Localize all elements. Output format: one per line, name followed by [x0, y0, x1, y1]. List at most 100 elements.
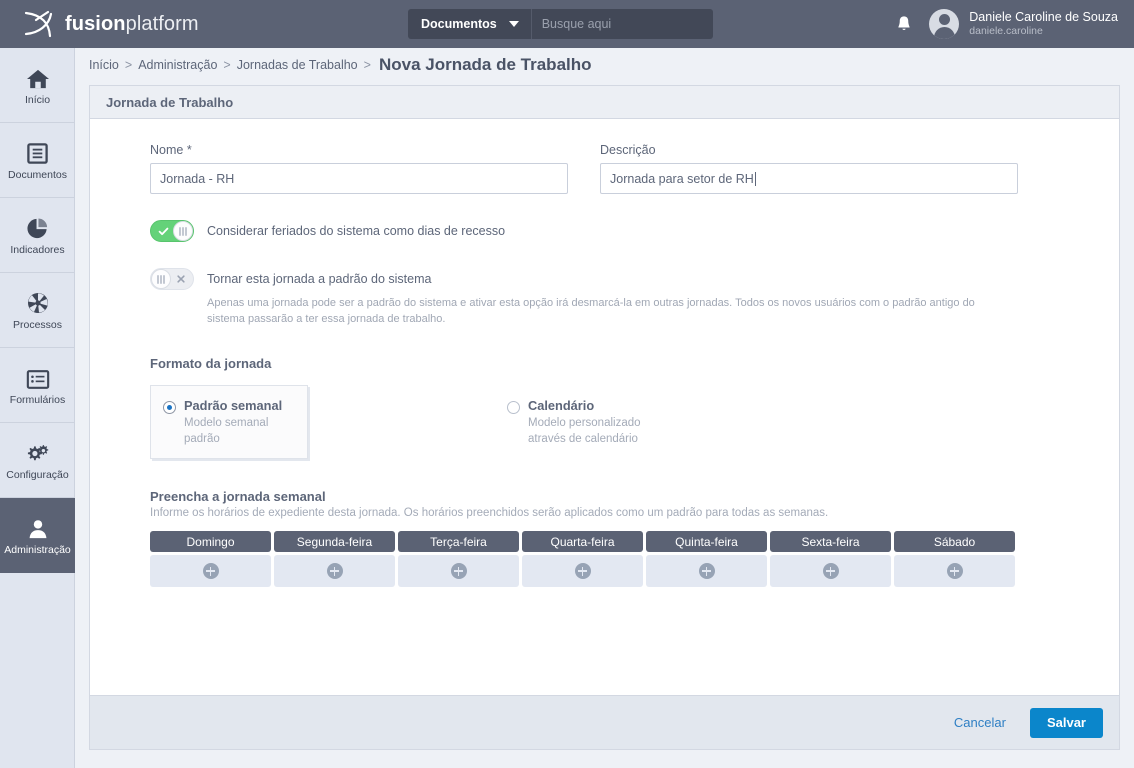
pie-chart-icon — [26, 214, 49, 240]
bell-icon[interactable] — [893, 11, 915, 37]
breadcrumb: Início > Administração > Jornadas de Tra… — [75, 48, 1134, 81]
fusion-logo-icon — [22, 9, 56, 39]
add-schedule-sabado[interactable] — [894, 555, 1015, 587]
sidebar-label: Documentos — [8, 170, 67, 181]
toggle-knob — [173, 221, 193, 241]
avatar — [929, 9, 959, 39]
sidebar-label: Administração — [4, 545, 71, 556]
format-option-title: Calendário — [528, 398, 641, 413]
sidebar: Início Documentos Indicadores — [0, 48, 75, 768]
day-header-terca[interactable]: Terça-feira — [398, 531, 519, 552]
save-button[interactable]: Salvar — [1030, 708, 1103, 738]
format-option-subtitle: Modelo personalizado através de calendár… — [528, 416, 641, 447]
descricao-input[interactable]: Jornada para setor de RH — [600, 163, 1018, 194]
plus-circle-icon — [823, 563, 839, 579]
toggle-help-text: Apenas uma jornada pode ser a padrão do … — [207, 296, 997, 328]
panel-header: Jornada de Trabalho — [90, 86, 1119, 119]
plus-circle-icon — [575, 563, 591, 579]
brand-logo[interactable]: fusionplatform — [0, 0, 330, 48]
day-header-quinta[interactable]: Quinta-feira — [646, 531, 767, 552]
sidebar-item-formularios[interactable]: Formulários — [0, 348, 75, 423]
sidebar-item-inicio[interactable]: Início — [0, 48, 75, 123]
search-input[interactable] — [532, 9, 713, 39]
day-header-segunda[interactable]: Segunda-feira — [274, 531, 395, 552]
add-schedule-sexta[interactable] — [770, 555, 891, 587]
form-footer: Cancelar Salvar — [89, 696, 1120, 750]
sidebar-item-administracao[interactable]: Administração — [0, 498, 75, 573]
toggle-row-feriados: Considerar feriados do sistema como dias… — [150, 220, 1059, 242]
sidebar-label: Indicadores — [10, 245, 64, 256]
radio-padrao-semanal[interactable] — [163, 401, 176, 414]
search-scope-selector[interactable]: Documentos — [408, 9, 532, 39]
day-header-quarta[interactable]: Quarta-feira — [522, 531, 643, 552]
breadcrumb-item-jornadas[interactable]: Jornadas de Trabalho — [237, 58, 358, 72]
user-info: Daniele Caroline de Souza daniele.caroli… — [969, 10, 1118, 39]
sidebar-label: Configuração — [6, 470, 68, 481]
add-schedule-quarta[interactable] — [522, 555, 643, 587]
toggle-considerar-feriados[interactable] — [150, 220, 194, 242]
document-icon — [26, 139, 49, 165]
format-option-subtitle: Modelo semanal padrão — [184, 416, 295, 447]
global-search[interactable]: Documentos — [408, 9, 713, 39]
sidebar-label: Formulários — [10, 395, 65, 406]
sidebar-label: Processos — [13, 320, 62, 331]
format-option-title: Padrão semanal — [184, 398, 295, 413]
sidebar-item-configuracao[interactable]: Configuração — [0, 423, 75, 498]
format-option-padrao-semanal[interactable]: Padrão semanal Modelo semanal padrão — [150, 385, 308, 459]
format-option-calendario[interactable]: Calendário Modelo personalizado através … — [495, 385, 653, 459]
field-row: Nome * Jornada - RH Descrição Jornada pa… — [150, 143, 1059, 194]
field-label-descricao: Descrição — [600, 143, 1018, 157]
field-label-nome: Nome * — [150, 143, 568, 157]
toggle-row-padrao: Tornar esta jornada a padrão do sistema — [150, 268, 1059, 290]
plus-circle-icon — [203, 563, 219, 579]
plus-circle-icon — [947, 563, 963, 579]
breadcrumb-item-inicio[interactable]: Início — [89, 58, 119, 72]
nome-input[interactable]: Jornada - RH — [150, 163, 568, 194]
sidebar-item-documentos[interactable]: Documentos — [0, 123, 75, 198]
panel-body: Nome * Jornada - RH Descrição Jornada pa… — [90, 119, 1119, 695]
add-schedule-quinta[interactable] — [646, 555, 767, 587]
main-content: Início > Administração > Jornadas de Tra… — [75, 48, 1134, 768]
sidebar-label: Início — [25, 95, 50, 106]
brand-name: fusionplatform — [65, 13, 199, 36]
brand-name-light: platform — [126, 13, 199, 35]
close-icon — [170, 269, 192, 289]
breadcrumb-item-administracao[interactable]: Administração — [138, 58, 217, 72]
sidebar-item-processos[interactable]: Processos — [0, 273, 75, 348]
toggle-knob — [151, 269, 171, 289]
brand-name-bold: fusion — [65, 13, 126, 35]
sidebar-item-indicadores[interactable]: Indicadores — [0, 198, 75, 273]
chevron-down-icon — [509, 21, 519, 27]
week-grid: Domingo Segunda-feira Terça-feira Quarta… — [150, 531, 1015, 587]
add-schedule-segunda[interactable] — [274, 555, 395, 587]
add-schedule-terca[interactable] — [398, 555, 519, 587]
radio-calendario[interactable] — [507, 401, 520, 414]
day-header-sabado[interactable]: Sábado — [894, 531, 1015, 552]
home-icon — [26, 64, 50, 90]
day-header-sexta[interactable]: Sexta-feira — [770, 531, 891, 552]
top-bar: fusionplatform Documentos — [0, 0, 1134, 48]
cancel-button[interactable]: Cancelar — [948, 714, 1012, 731]
breadcrumb-separator: > — [364, 58, 371, 72]
user-menu[interactable]: Daniele Caroline de Souza daniele.caroli… — [929, 9, 1118, 39]
plus-circle-icon — [451, 563, 467, 579]
format-option-text: Padrão semanal Modelo semanal padrão — [184, 398, 295, 447]
descricao-input-value: Jornada para setor de RH — [610, 172, 754, 186]
form-list-icon — [26, 364, 50, 390]
page-title: Nova Jornada de Trabalho — [379, 55, 592, 75]
gears-icon — [25, 439, 50, 465]
aperture-icon — [26, 289, 50, 315]
plus-circle-icon — [327, 563, 343, 579]
format-options: Padrão semanal Modelo semanal padrão Cal… — [150, 385, 1059, 459]
breadcrumb-separator: > — [125, 58, 132, 72]
format-section-title: Formato da jornada — [150, 356, 1059, 371]
field-nome: Nome * Jornada - RH — [150, 143, 568, 194]
add-schedule-domingo[interactable] — [150, 555, 271, 587]
toggle-jornada-padrao[interactable] — [150, 268, 194, 290]
day-header-domingo[interactable]: Domingo — [150, 531, 271, 552]
toggle-label-padrao: Tornar esta jornada a padrão do sistema — [207, 272, 431, 286]
format-option-text: Calendário Modelo personalizado através … — [528, 398, 641, 447]
user-icon — [27, 514, 49, 540]
breadcrumb-separator: > — [223, 58, 230, 72]
form-panel: Jornada de Trabalho Nome * Jornada - RH … — [89, 85, 1120, 696]
